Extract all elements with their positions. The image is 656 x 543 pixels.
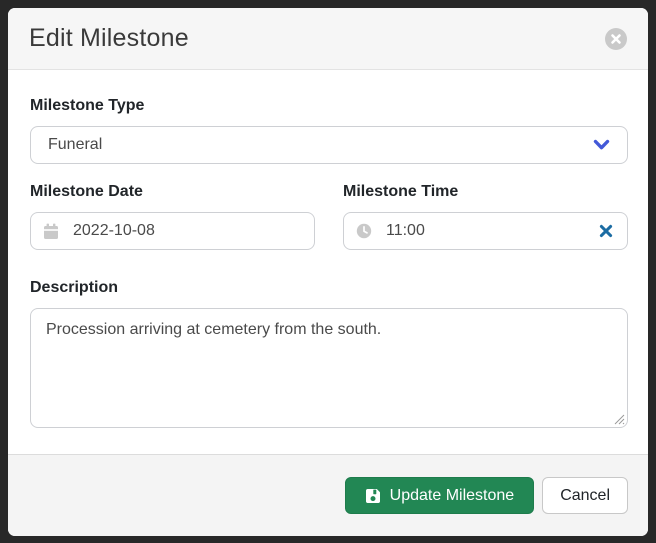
- resize-grip-icon[interactable]: [614, 414, 625, 425]
- description-label: Description: [30, 278, 628, 298]
- milestone-time-box: [343, 212, 628, 250]
- milestone-date-box: [30, 212, 315, 250]
- description-textarea[interactable]: Procession arriving at cemetery from the…: [30, 308, 628, 428]
- modal-title: Edit Milestone: [29, 24, 189, 53]
- modal-body: Milestone Type Funeral Milestone Date: [8, 70, 648, 454]
- update-milestone-label: Update Milestone: [390, 487, 515, 505]
- save-icon: [365, 488, 381, 504]
- milestone-type-label: Milestone Type: [30, 96, 628, 116]
- modal-footer: Update Milestone Cancel: [8, 454, 648, 536]
- edit-milestone-modal: Edit Milestone Milestone Type Funeral Mi…: [8, 8, 648, 536]
- clear-x-icon: [599, 224, 613, 238]
- clock-icon: [356, 223, 372, 239]
- cancel-label: Cancel: [560, 487, 610, 505]
- milestone-time-label: Milestone Time: [343, 182, 628, 202]
- close-button[interactable]: [605, 28, 627, 50]
- milestone-type-select[interactable]: Funeral: [30, 126, 628, 164]
- calendar-icon: [43, 223, 59, 240]
- cancel-button[interactable]: Cancel: [542, 477, 628, 514]
- update-milestone-button[interactable]: Update Milestone: [345, 477, 535, 514]
- milestone-date-label: Milestone Date: [30, 182, 315, 202]
- close-icon: [610, 33, 622, 45]
- clear-time-button[interactable]: [597, 222, 615, 240]
- chevron-down-icon: [593, 139, 610, 151]
- milestone-time-input[interactable]: [386, 222, 583, 240]
- modal-header: Edit Milestone: [8, 8, 648, 70]
- milestone-date-input[interactable]: [73, 222, 302, 240]
- milestone-type-value: Funeral: [48, 136, 102, 154]
